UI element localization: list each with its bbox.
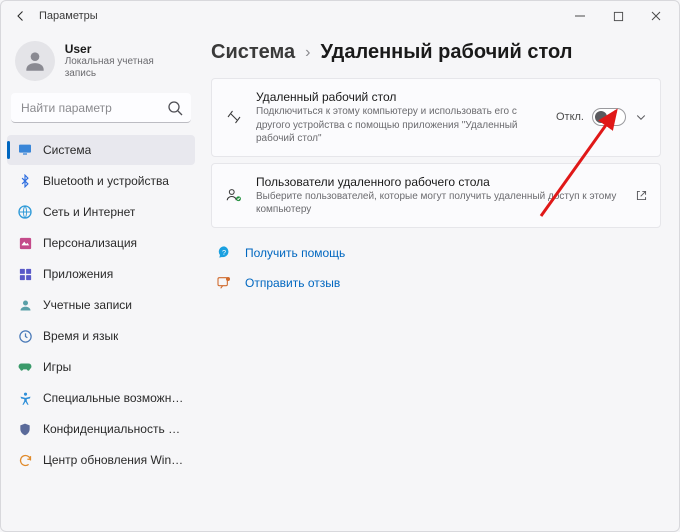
sidebar-item-label: Bluetooth и устройства	[43, 174, 169, 188]
svg-text:?: ?	[222, 248, 226, 257]
back-button[interactable]	[11, 6, 31, 26]
card-remote-desktop-sub: Подключиться к этому компьютеру и исполь…	[256, 105, 544, 146]
sidebar-item-apps[interactable]: Приложения	[7, 259, 195, 289]
breadcrumb-sep-icon: ›	[305, 44, 310, 62]
avatar	[15, 41, 55, 81]
sidebar-item-label: Сеть и Интернет	[43, 205, 135, 219]
access-icon	[17, 390, 33, 406]
sidebar-item-update[interactable]: Центр обновления Windows	[7, 445, 195, 475]
sidebar-item-time[interactable]: Время и язык	[7, 321, 195, 351]
close-button[interactable]	[637, 2, 675, 30]
remote-desktop-toggle[interactable]	[592, 108, 626, 126]
sidebar-item-priv[interactable]: Конфиденциальность и безопасность	[7, 414, 195, 444]
link-get-help-label: Получить помощь	[245, 246, 345, 260]
window-title: Параметры	[39, 10, 98, 22]
card-remote-desktop-title: Удаленный рабочий стол	[256, 89, 544, 105]
users-icon	[224, 186, 244, 204]
priv-icon	[17, 421, 33, 437]
account-block[interactable]: User Локальная учетная запись	[7, 35, 195, 91]
sidebar-item-label: Конфиденциальность и безопасность	[43, 422, 185, 436]
link-feedback[interactable]: Отправить отзыв	[215, 274, 661, 292]
games-icon	[17, 359, 33, 375]
system-icon	[17, 142, 33, 158]
chevron-down-icon[interactable]	[634, 110, 648, 124]
sidebar-item-net[interactable]: Сеть и Интернет	[7, 197, 195, 227]
search-box	[11, 93, 191, 123]
sidebar-item-label: Приложения	[43, 267, 113, 281]
time-icon	[17, 328, 33, 344]
account-subtitle: Локальная учетная запись	[65, 56, 187, 80]
card-rdp-users[interactable]: Пользователи удаленного рабочего стола В…	[211, 163, 661, 228]
card-rdp-users-sub: Выберите пользователей, которые могут по…	[256, 190, 622, 217]
nav-list: Система Bluetooth и устройства Сеть и Инте…	[7, 135, 195, 475]
accts-icon	[17, 297, 33, 313]
sidebar-item-games[interactable]: Игры	[7, 352, 195, 382]
search-icon	[167, 100, 183, 116]
update-icon	[17, 452, 33, 468]
sidebar-item-accts[interactable]: Учетные записи	[7, 290, 195, 320]
link-get-help[interactable]: ? Получить помощь	[215, 244, 661, 262]
net-icon	[17, 204, 33, 220]
remote-desktop-icon	[224, 108, 244, 126]
toggle-state-label: Откл.	[556, 111, 584, 123]
sidebar-item-label: Персонализация	[43, 236, 137, 250]
sidebar-item-label: Центр обновления Windows	[43, 453, 185, 467]
sidebar: User Локальная учетная запись Система Blu…	[1, 31, 201, 531]
sidebar-item-label: Учетные записи	[43, 298, 132, 312]
sidebar-item-pers[interactable]: Персонализация	[7, 228, 195, 258]
apps-icon	[17, 266, 33, 282]
main-content: Система › Удаленный рабочий стол Удаленн…	[201, 31, 679, 531]
maximize-button[interactable]	[599, 2, 637, 30]
minimize-button[interactable]	[561, 2, 599, 30]
open-external-icon[interactable]	[634, 188, 648, 202]
sidebar-item-label: Время и язык	[43, 329, 118, 343]
help-icon: ?	[215, 244, 233, 262]
sidebar-item-system[interactable]: Система	[7, 135, 195, 165]
sidebar-item-access[interactable]: Специальные возможности	[7, 383, 195, 413]
sidebar-item-label: Специальные возможности	[43, 391, 185, 405]
sidebar-item-bt[interactable]: Bluetooth и устройства	[7, 166, 195, 196]
breadcrumb: Система › Удаленный рабочий стол	[211, 41, 661, 64]
sidebar-item-label: Игры	[43, 360, 71, 374]
card-rdp-users-title: Пользователи удаленного рабочего стола	[256, 174, 622, 190]
bt-icon	[17, 173, 33, 189]
card-remote-desktop[interactable]: Удаленный рабочий стол Подключиться к эт…	[211, 78, 661, 157]
link-feedback-label: Отправить отзыв	[245, 276, 340, 290]
feedback-icon	[215, 274, 233, 292]
search-input[interactable]	[11, 93, 191, 123]
page-title: Удаленный рабочий стол	[321, 41, 573, 64]
pers-icon	[17, 235, 33, 251]
sidebar-item-label: Система	[43, 143, 91, 157]
account-name: User	[65, 42, 187, 56]
breadcrumb-root[interactable]: Система	[211, 41, 295, 64]
